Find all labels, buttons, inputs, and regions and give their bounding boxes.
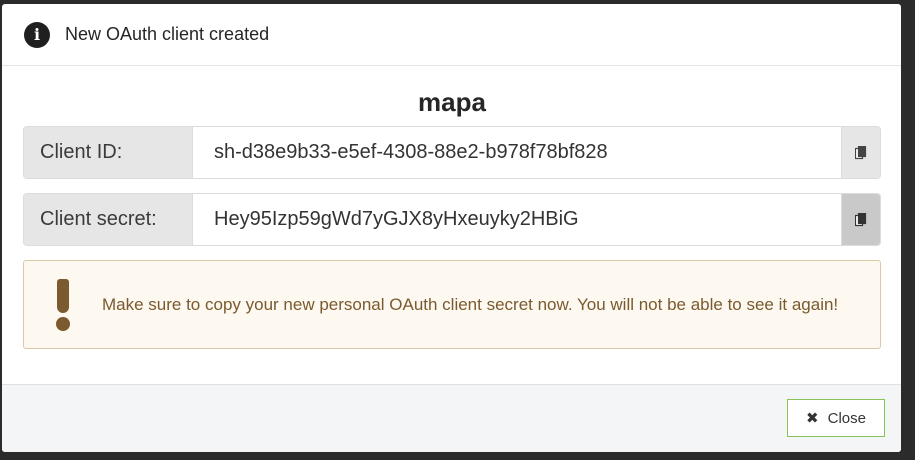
dialog-body: mapa Client ID: sh-d38e9b33-e5ef-4308-88… [2, 86, 901, 349]
app-name: mapa [418, 87, 486, 117]
close-button-label: Close [827, 409, 866, 427]
copy-icon [855, 212, 867, 226]
copy-secret-warning: Make sure to copy your new personal OAut… [23, 260, 881, 349]
warning-text: Make sure to copy your new personal OAut… [102, 294, 839, 314]
client-id-field[interactable]: sh-d38e9b33-e5ef-4308-88e2-b978f78bf828 [193, 127, 841, 178]
close-button[interactable]: ✖ Close [787, 399, 885, 437]
dialog-footer: ✖ Close [2, 384, 901, 452]
dialog-title: New OAuth client created [65, 24, 270, 44]
times-icon: ✖ [806, 410, 819, 427]
client-id-row: Client ID: sh-d38e9b33-e5ef-4308-88e2-b9… [23, 126, 881, 179]
copy-client-id-button[interactable] [841, 127, 880, 178]
client-secret-label: Client secret: [24, 194, 193, 245]
client-id-label: Client ID: [24, 127, 193, 178]
client-secret-row: Client secret: Hey95Izp59gWd7yGJX8yHxeuy… [23, 193, 881, 246]
dialog-header: i New OAuth client created [2, 4, 901, 66]
exclamation-icon [24, 278, 102, 331]
client-secret-field[interactable]: Hey95Izp59gWd7yGJX8yHxeuyky2HBiG [193, 194, 841, 245]
info-icon: i [24, 21, 50, 48]
oauth-client-created-dialog: i New OAuth client created mapa Client I… [2, 4, 901, 452]
copy-icon [855, 145, 867, 159]
copy-client-secret-button[interactable] [841, 194, 880, 245]
